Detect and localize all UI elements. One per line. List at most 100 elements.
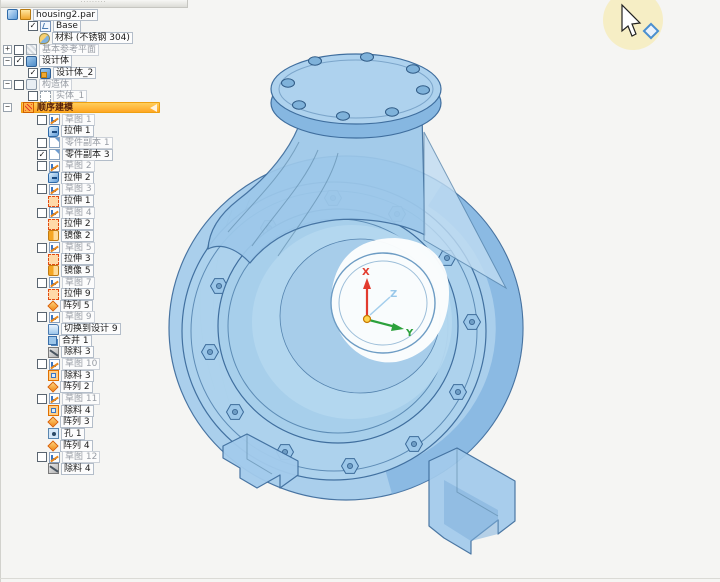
- tree-row[interactable]: 草图 12: [1, 451, 231, 463]
- tree-row[interactable]: 草图 9: [1, 312, 231, 324]
- visibility-checkbox[interactable]: [37, 138, 47, 148]
- tree-row[interactable]: 草图 3: [1, 184, 231, 196]
- tree-item-label[interactable]: 镜像 5: [61, 265, 94, 277]
- tree-item-label[interactable]: 阵列 4: [60, 440, 93, 452]
- visibility-checkbox[interactable]: [37, 394, 47, 404]
- visibility-checkbox[interactable]: [37, 161, 47, 171]
- tree-item-label[interactable]: 孔 1: [61, 428, 85, 440]
- tree-item-label[interactable]: 拉伸 3: [61, 253, 94, 265]
- tree-item-label[interactable]: 除料 4: [61, 405, 94, 417]
- tree-row[interactable]: 草图 10: [1, 358, 231, 370]
- tree-row[interactable]: − 顺序建模: [1, 102, 231, 114]
- visibility-checkbox[interactable]: [37, 115, 47, 125]
- tree-row[interactable]: 拉伸 3: [1, 253, 231, 265]
- expand-toggle[interactable]: −: [3, 80, 12, 89]
- tree-item-label[interactable]: 拉伸 2: [61, 172, 94, 184]
- visibility-checkbox[interactable]: ✓: [37, 150, 47, 160]
- tree-item-label[interactable]: 拉伸 9: [61, 288, 94, 300]
- tree-item-label[interactable]: 设计体_2: [53, 67, 96, 79]
- tree-row[interactable]: 镜像 2: [1, 230, 231, 242]
- tree-row[interactable]: 除料 4: [1, 405, 231, 417]
- tree-item-label[interactable]: 草图 4: [62, 207, 95, 219]
- tree-item-label[interactable]: 拉伸 2: [61, 218, 94, 230]
- tree-item-label[interactable]: 构造体: [39, 79, 72, 91]
- tree-row[interactable]: 孔 1: [1, 428, 231, 440]
- visibility-checkbox[interactable]: [14, 80, 24, 90]
- tree-row[interactable]: 除料 3: [1, 347, 231, 359]
- feature-tree[interactable]: housing2.par✓Base材料 (不锈钢 304)+基本参考平面−✓设计…: [1, 9, 231, 475]
- visibility-checkbox[interactable]: [37, 243, 47, 253]
- tree-row[interactable]: 实体_1: [1, 90, 231, 102]
- tree-item-label[interactable]: 草图 1: [62, 114, 95, 126]
- tree-row[interactable]: ✓ 设计体_2: [1, 67, 231, 79]
- tree-row[interactable]: 阵列 3: [1, 416, 231, 428]
- tree-item-label[interactable]: 草图 7: [62, 277, 95, 289]
- visibility-checkbox[interactable]: ✓: [28, 21, 38, 31]
- visibility-checkbox[interactable]: [37, 208, 47, 218]
- tree-row[interactable]: 切换到设计 9: [1, 323, 231, 335]
- tree-row[interactable]: 材料 (不锈钢 304): [1, 32, 231, 44]
- tree-row[interactable]: 拉伸 1: [1, 195, 231, 207]
- visibility-checkbox[interactable]: [28, 91, 38, 101]
- visibility-checkbox[interactable]: [14, 45, 24, 55]
- rollback-bar-arrow-icon[interactable]: [150, 104, 157, 112]
- expand-toggle[interactable]: −: [3, 103, 12, 112]
- tree-item-label[interactable]: 草图 5: [62, 242, 95, 254]
- tree-row[interactable]: ✓ 零件副本 3: [1, 149, 231, 161]
- tree-row[interactable]: −✓ 设计体: [1, 56, 231, 68]
- tree-row[interactable]: 阵列 4: [1, 440, 231, 452]
- tree-item-label[interactable]: 草图 10: [62, 358, 100, 370]
- tree-item-label[interactable]: Base: [53, 20, 81, 32]
- tree-row[interactable]: − 构造体: [1, 79, 231, 91]
- tree-row[interactable]: 除料 4: [1, 463, 231, 475]
- tree-item-label[interactable]: 拉伸 1: [61, 125, 94, 137]
- tree-row[interactable]: housing2.par: [1, 9, 231, 21]
- tree-item-label[interactable]: 阵列 5: [60, 300, 93, 312]
- visibility-checkbox[interactable]: [37, 184, 47, 194]
- tree-row[interactable]: 草图 5: [1, 242, 231, 254]
- tree-item-label[interactable]: 实体_1: [53, 90, 87, 102]
- tree-row[interactable]: 拉伸 2: [1, 219, 231, 231]
- triad-origin[interactable]: [364, 316, 371, 323]
- tree-row[interactable]: 镜像 5: [1, 265, 231, 277]
- tree-item-label[interactable]: 切换到设计 9: [61, 323, 121, 335]
- tree-row[interactable]: 零件副本 1: [1, 137, 231, 149]
- tree-item-label[interactable]: 除料 3: [61, 370, 94, 382]
- tree-item-label[interactable]: 零件副本 3: [62, 149, 113, 161]
- tree-row[interactable]: 阵列 5: [1, 300, 231, 312]
- tree-row[interactable]: 拉伸 2: [1, 172, 231, 184]
- tree-item-label[interactable]: 草图 12: [62, 451, 100, 463]
- tree-row[interactable]: 草图 7: [1, 277, 231, 289]
- tree-row[interactable]: 草图 1: [1, 114, 231, 126]
- tree-row[interactable]: 拉伸 9: [1, 288, 231, 300]
- tree-item-label[interactable]: 镜像 2: [61, 230, 94, 242]
- expand-toggle[interactable]: −: [3, 57, 12, 66]
- visibility-checkbox[interactable]: ✓: [14, 56, 24, 66]
- tree-item-label[interactable]: 材料 (不锈钢 304): [52, 32, 133, 44]
- tree-item-label[interactable]: 除料 3: [61, 346, 94, 358]
- tree-row[interactable]: 草图 4: [1, 207, 231, 219]
- tree-item-label[interactable]: 草图 3: [62, 183, 95, 195]
- ordered-modeling-bar[interactable]: 顺序建模: [21, 102, 160, 113]
- tree-item-label[interactable]: 草图 9: [62, 311, 95, 323]
- tree-item-label[interactable]: 基本参考平面: [39, 44, 99, 56]
- tree-item-label[interactable]: 设计体: [39, 55, 72, 67]
- tree-item-label[interactable]: 阵列 3: [60, 416, 93, 428]
- tree-item-label[interactable]: housing2.par: [33, 9, 98, 21]
- tree-item-label[interactable]: 草图 2: [62, 160, 95, 172]
- visibility-checkbox[interactable]: ✓: [28, 68, 38, 78]
- tree-row[interactable]: 合并 1: [1, 335, 231, 347]
- tree-row[interactable]: 草图 11: [1, 393, 231, 405]
- tree-item-label[interactable]: 顺序建模: [37, 103, 73, 113]
- visibility-checkbox[interactable]: [37, 278, 47, 288]
- tree-item-label[interactable]: 零件副本 1: [62, 137, 113, 149]
- tree-item-label[interactable]: 除料 4: [61, 463, 94, 475]
- tree-item-label[interactable]: 拉伸 1: [61, 195, 94, 207]
- tree-row[interactable]: ✓ Base: [1, 21, 231, 33]
- visibility-checkbox[interactable]: [37, 452, 47, 462]
- tree-item-label[interactable]: 合并 1: [59, 335, 92, 347]
- tree-row[interactable]: 拉伸 1: [1, 125, 231, 137]
- visibility-checkbox[interactable]: [37, 359, 47, 369]
- tree-row[interactable]: 除料 3: [1, 370, 231, 382]
- tree-item-label[interactable]: 草图 11: [62, 393, 100, 405]
